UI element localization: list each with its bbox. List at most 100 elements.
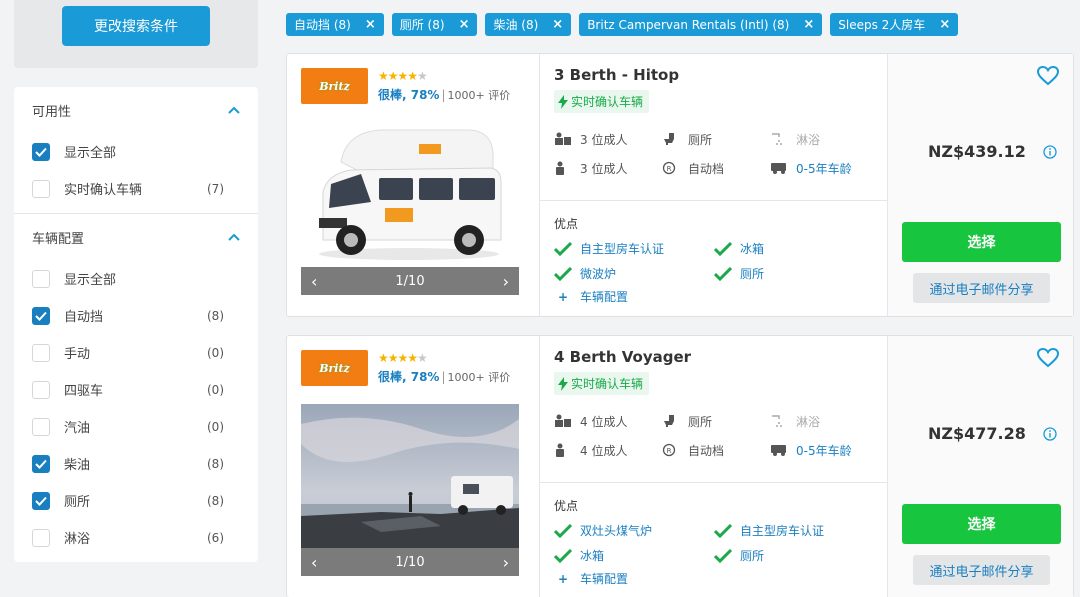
person-icon bbox=[554, 161, 574, 175]
photo-pager: ‹ 1/10 › bbox=[301, 548, 519, 576]
checkmark-icon bbox=[554, 266, 572, 281]
vehicle-pricing: NZ$477.28 选择 通过电子邮件分享 bbox=[888, 336, 1073, 597]
review-count: 1000+ 评价 bbox=[447, 371, 511, 384]
pro-item: 双灶头煤气炉 bbox=[554, 522, 714, 539]
filter-item[interactable]: 实时确认车辆 (7) bbox=[32, 170, 240, 207]
checkbox[interactable] bbox=[32, 142, 50, 161]
vehicle-pros: 优点 自主型房车认证 冰箱 微波炉 厕所 + 车辆配置 bbox=[540, 201, 887, 305]
spec-vehicle-age[interactable]: 0-5年车龄 bbox=[770, 160, 890, 176]
filter-panel: 可用性 显示全部 实时确认车辆 (7) 车辆配置 显示全部 自动挡 (8) 手动… bbox=[14, 87, 258, 562]
photo-pager: ‹ 1/10 › bbox=[301, 267, 519, 295]
star-rating-icon: ★★★★★ bbox=[378, 69, 428, 83]
arrow-left-icon[interactable]: ‹ bbox=[311, 553, 317, 572]
chevron-up-icon[interactable] bbox=[228, 104, 240, 116]
close-icon[interactable]: × bbox=[552, 17, 563, 32]
checkmark-icon bbox=[35, 147, 47, 157]
checkbox[interactable] bbox=[32, 417, 50, 436]
pro-item: 微波炉 bbox=[554, 265, 714, 282]
shower-icon bbox=[770, 414, 790, 428]
filter-label: 手动 bbox=[64, 347, 91, 362]
chip-label: Sleeps 2人房车 bbox=[838, 18, 926, 32]
chip-label: 自动挡 (8) bbox=[294, 18, 351, 32]
modify-search-button[interactable]: 更改搜索条件 bbox=[62, 6, 210, 46]
transmission-icon: R bbox=[662, 443, 682, 457]
vehicle-config-link[interactable]: + 车辆配置 bbox=[554, 288, 873, 305]
filter-label: 自动挡 bbox=[64, 310, 104, 325]
filter-item[interactable]: 手动 (0) bbox=[32, 334, 240, 371]
pros-title: 优点 bbox=[554, 499, 579, 513]
vehicle-photo[interactable] bbox=[301, 122, 519, 267]
vehicle-config-link[interactable]: + 车辆配置 bbox=[554, 570, 873, 587]
filter-item[interactable]: 四驱车 (0) bbox=[32, 371, 240, 408]
review-count: 1000+ 评价 bbox=[447, 89, 511, 102]
share-email-button[interactable]: 通过电子邮件分享 bbox=[913, 273, 1050, 303]
checkbox[interactable] bbox=[32, 269, 50, 288]
arrow-right-icon[interactable]: › bbox=[503, 553, 509, 572]
filter-item[interactable]: 淋浴 (6) bbox=[32, 519, 240, 556]
checkmark-icon bbox=[35, 496, 47, 506]
person-icon bbox=[554, 443, 574, 457]
spec-transmission: R 自动档 bbox=[662, 442, 770, 458]
filter-label: 实时确认车辆 bbox=[64, 183, 143, 198]
active-filter-chips: 自动挡 (8) × 厕所 (8) × 柴油 (8) × Britz Camper… bbox=[286, 13, 959, 36]
camper-icon bbox=[770, 161, 790, 175]
heart-icon[interactable] bbox=[1036, 347, 1060, 372]
vehicle-name[interactable]: 3 Berth - Hitop bbox=[554, 66, 873, 84]
bolt-icon bbox=[558, 376, 568, 391]
close-icon[interactable]: × bbox=[365, 17, 376, 32]
filter-sidebar: 更改搜索条件 可用性 显示全部 实时确认车辆 (7) 车辆配置 显示全部 自动挡… bbox=[14, 0, 258, 562]
pro-item: 自主型房车认证 bbox=[714, 522, 864, 539]
instant-confirm-label: 实时确认车辆 bbox=[571, 377, 644, 391]
checkmark-icon bbox=[714, 266, 732, 281]
pro-item: 自主型房车认证 bbox=[554, 240, 714, 257]
filter-item[interactable]: 汽油 (0) bbox=[32, 408, 240, 445]
vehicle-pros: 优点 双灶头煤气炉 自主型房车认证 冰箱 厕所 + 车辆配置 bbox=[540, 483, 887, 587]
plus-icon: + bbox=[557, 571, 569, 586]
info-icon[interactable] bbox=[1043, 144, 1057, 163]
seat-icon bbox=[554, 132, 574, 146]
select-button[interactable]: 选择 bbox=[902, 222, 1061, 262]
filter-label: 厕所 bbox=[64, 495, 91, 510]
checkbox[interactable] bbox=[32, 380, 50, 399]
filter-item[interactable]: 厕所 (8) bbox=[32, 482, 240, 519]
filter-item[interactable]: 自动挡 (8) bbox=[32, 297, 240, 334]
info-icon[interactable] bbox=[1043, 426, 1057, 445]
heart-icon[interactable] bbox=[1036, 65, 1060, 90]
filter-item[interactable]: 显示全部 bbox=[32, 133, 240, 170]
filter-header[interactable]: 车辆配置 bbox=[32, 228, 240, 247]
close-icon[interactable]: × bbox=[803, 17, 814, 32]
filter-count: (8) bbox=[207, 308, 224, 323]
checkbox[interactable] bbox=[32, 491, 50, 510]
brand-logo: Britz bbox=[301, 350, 368, 386]
checkbox[interactable] bbox=[32, 343, 50, 362]
filter-item[interactable]: 柴油 (8) bbox=[32, 445, 240, 482]
checkbox[interactable] bbox=[32, 179, 50, 198]
vehicle-photo[interactable] bbox=[301, 404, 519, 551]
share-email-button[interactable]: 通过电子邮件分享 bbox=[913, 555, 1050, 585]
checkmark-icon bbox=[35, 459, 47, 469]
select-button[interactable]: 选择 bbox=[902, 504, 1061, 544]
brand-logo: Britz bbox=[301, 68, 368, 104]
chevron-up-icon[interactable] bbox=[228, 231, 240, 243]
vehicle-name[interactable]: 4 Berth Voyager bbox=[554, 348, 873, 366]
spec-vehicle-age[interactable]: 0-5年车龄 bbox=[770, 442, 890, 458]
vehicle-pricing: NZ$439.12 选择 通过电子邮件分享 bbox=[888, 54, 1073, 316]
filter-header[interactable]: 可用性 bbox=[32, 101, 240, 120]
arrow-right-icon[interactable]: › bbox=[503, 272, 509, 291]
filter-item[interactable]: 显示全部 bbox=[32, 260, 240, 297]
rating: ★★★★★ 很棒, 78% | 1000+ 评价 bbox=[378, 351, 511, 385]
checkbox[interactable] bbox=[32, 306, 50, 325]
pro-item: 冰箱 bbox=[554, 547, 714, 564]
svg-text:R: R bbox=[667, 447, 672, 455]
spec-shower: 淋浴 bbox=[770, 131, 890, 147]
result-card: Britz ★★★★★ 很棒, 78% | 1000+ 评价 ‹ 1/10 › … bbox=[286, 335, 1074, 597]
close-icon[interactable]: × bbox=[939, 17, 950, 32]
svg-text:R: R bbox=[667, 165, 672, 173]
arrow-left-icon[interactable]: ‹ bbox=[311, 272, 317, 291]
filter-chip: Britz Campervan Rentals (Intl) (8) × bbox=[579, 13, 823, 36]
filter-section-vehicle-config: 车辆配置 显示全部 自动挡 (8) 手动 (0) 四驱车 (0) 汽油 (0) … bbox=[14, 214, 258, 562]
checkbox[interactable] bbox=[32, 528, 50, 547]
close-icon[interactable]: × bbox=[459, 17, 470, 32]
checkbox[interactable] bbox=[32, 454, 50, 473]
filter-label: 汽油 bbox=[64, 421, 91, 436]
